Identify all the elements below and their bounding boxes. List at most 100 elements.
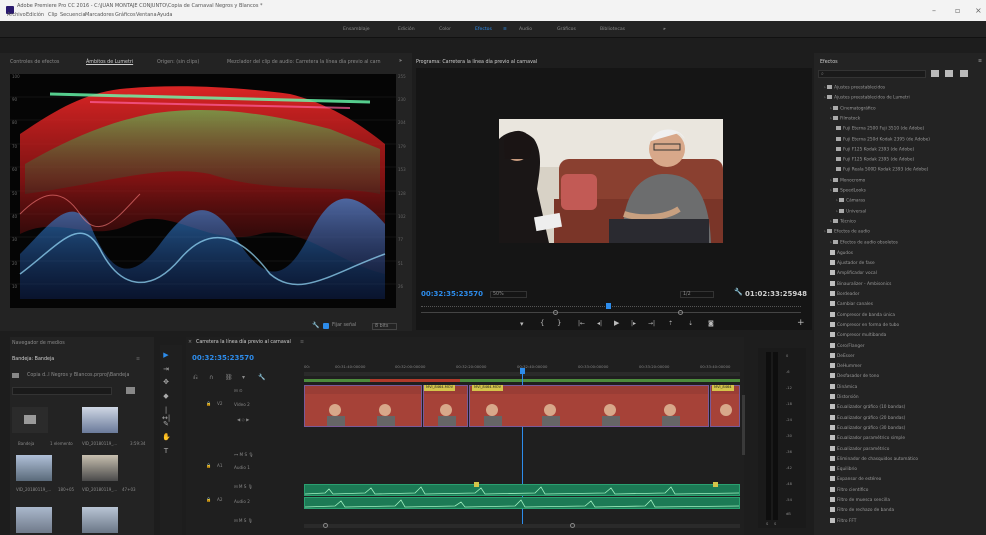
a1-controls-icon[interactable]: ⊶ M S 🎙 (234, 452, 254, 458)
effects-item[interactable]: Filtro científico (830, 486, 868, 493)
bin-menu-icon[interactable]: ≡ (136, 357, 140, 362)
effects-item[interactable]: Fuji Reala 500D Kodak 2393 (de Adobe) (836, 167, 928, 173)
timeline-vertical-scrollbar[interactable] (742, 395, 745, 455)
clip-thumbnail-5[interactable] (82, 507, 118, 533)
effects-item[interactable]: Filtro de rechazo de banda (830, 507, 894, 513)
track-select-icon[interactable]: ⇥ (162, 365, 170, 373)
menu-marcadores[interactable]: Marcadores (85, 12, 114, 18)
v2-keyframe-nav-icon[interactable]: ◀ ◇ ▶ (237, 417, 249, 422)
pen-tool-icon[interactable]: ✎ (162, 420, 170, 428)
step-forward-icon[interactable]: |▸ (631, 320, 636, 327)
effects-item[interactable]: Ajustador de fase (830, 260, 875, 266)
effects-item[interactable]: › Universal (836, 208, 866, 214)
play-icon[interactable]: ▶ (614, 319, 619, 327)
effects-item[interactable]: Ecualizador gráfico (20 bandas) (830, 414, 905, 421)
32bit-effects-icon[interactable] (945, 70, 953, 77)
slip-tool-icon[interactable]: |↔| (162, 406, 170, 422)
timeline-menu-icon[interactable]: ≡ (300, 340, 304, 345)
program-playhead-icon[interactable] (606, 303, 611, 309)
scroll-handle-right-icon[interactable] (570, 523, 575, 528)
effects-item[interactable]: Fuji F125 Kodak 2393 (de Adobe) (836, 146, 914, 152)
tab-mezclador-audio[interactable]: Mezclador del clip de audio: Carretera l… (227, 60, 381, 65)
a1-lock-icon[interactable]: 🔒 (206, 463, 211, 469)
program-zoom-bar[interactable] (421, 312, 801, 313)
mark-out-icon[interactable]: } (557, 319, 561, 327)
accelerated-effects-icon[interactable] (931, 70, 939, 77)
effects-item[interactable]: Dinámica (830, 383, 857, 390)
effects-item[interactable]: Eliminador de chasquidos automático (830, 455, 918, 462)
snap-icon[interactable]: ∩ (209, 374, 213, 381)
go-to-out-icon[interactable]: →| (648, 320, 655, 327)
effects-item[interactable]: DeHummer (830, 363, 862, 369)
selection-tool-icon[interactable]: ▶ (162, 351, 170, 359)
add-marker-icon[interactable]: ▾ (242, 374, 245, 381)
effects-menu-icon[interactable]: ≡ (978, 59, 982, 64)
clip-thumbnail-3[interactable] (82, 455, 118, 481)
effects-item[interactable]: › Filmstock (830, 115, 860, 121)
effects-item[interactable]: › Ajustes preestablecidos de Lumetri (824, 95, 910, 101)
clip-thumbnail-2[interactable] (16, 455, 52, 481)
close-icon[interactable]: × (975, 6, 982, 15)
lift-icon[interactable]: ⇡ (668, 320, 673, 327)
timeline-timecode[interactable]: 00:32:35:23570 (192, 354, 254, 362)
audio-clip-a2-bottom[interactable] (304, 497, 740, 509)
a3-controls-icon[interactable]: ⊟ M S 🎙 (234, 518, 253, 524)
clamp-checkbox[interactable] (323, 323, 329, 329)
tab-controles-efectos[interactable]: Controles de efectos (10, 60, 59, 65)
export-frame-icon[interactable]: ◙ (708, 320, 714, 327)
effects-item[interactable]: › Ajustes preestablecidos (824, 85, 885, 91)
timeline-close-icon[interactable]: × (188, 340, 192, 345)
marker-icon[interactable]: ▾ (520, 320, 524, 328)
timeline-settings-icon[interactable]: 🔧 (258, 374, 265, 381)
effects-item[interactable]: › Efectos de audio (824, 229, 870, 235)
go-to-in-icon[interactable]: |← (578, 320, 585, 327)
workspace-edicion[interactable]: Edición (398, 27, 415, 32)
v2-toggle-output-icon[interactable]: ⊟ ⊙ (234, 388, 242, 393)
video-clip-1[interactable] (304, 385, 422, 427)
effects-item[interactable]: Ecualizador gráfico (30 bandas) (830, 424, 905, 431)
type-tool-icon[interactable]: T (162, 447, 170, 455)
hand-tool-icon[interactable]: ✋ (162, 433, 171, 441)
program-scrub-ruler[interactable] (421, 306, 801, 310)
extract-icon[interactable]: ⇣ (688, 320, 693, 327)
effects-item[interactable]: Cambiar canales (830, 301, 873, 307)
timeline-sequence-tab[interactable]: Carretera la línea día previo al carnava… (196, 340, 291, 345)
effects-item[interactable]: › Técnico (830, 218, 856, 224)
menu-clip[interactable]: Clip (48, 12, 57, 18)
zoom-handle-right-icon[interactable] (678, 310, 683, 315)
linked-selection-icon[interactable]: ⛓ (225, 374, 233, 381)
media-browser-tab[interactable]: Navegador de medios (12, 341, 65, 346)
resolution-select[interactable]: 1/2 (680, 291, 714, 298)
bin-search-input[interactable] (12, 387, 112, 395)
zoom-handle-left-icon[interactable] (553, 310, 558, 315)
yuv-effects-icon[interactable] (960, 70, 968, 77)
maximize-icon[interactable]: ▫ (955, 6, 960, 15)
new-bin-icon[interactable] (126, 387, 135, 394)
step-back-icon[interactable]: ◂| (597, 320, 602, 327)
audio-keyframe-icon[interactable] (474, 482, 479, 487)
zoom-select[interactable]: 50% (490, 291, 527, 298)
effects-item[interactable]: Coro/Flanger (830, 342, 865, 349)
effects-item[interactable]: Desfasador de tono (830, 373, 879, 379)
menu-archivo[interactable]: Archivo (7, 12, 26, 18)
effects-item[interactable]: DeEsser (830, 352, 855, 359)
nest-icon[interactable]: ⎌ (193, 374, 198, 382)
workspace-menu-icon[interactable]: ≡ (503, 27, 507, 32)
audio-keyframe-2-icon[interactable] (713, 482, 718, 487)
effects-item[interactable]: Filtro FFT (830, 517, 856, 524)
workspace-ensamblaje[interactable]: Ensamblaje (343, 27, 370, 32)
workspace-audio[interactable]: Audio (519, 27, 532, 32)
effects-item[interactable]: Expansor de estéreo (830, 476, 881, 482)
minimize-icon[interactable]: – (932, 6, 936, 15)
clip-thumbnail-4[interactable] (16, 507, 52, 533)
effects-item[interactable]: Ecualizador paramétrico (830, 445, 889, 452)
menu-ayuda[interactable]: Ayuda (157, 12, 172, 18)
effects-item[interactable]: › Cámaras (836, 198, 865, 204)
effects-item[interactable]: Fuji F125 Kodak 2395 (de Adobe) (836, 157, 914, 163)
v2-lock-icon[interactable]: 🔒 (206, 401, 211, 407)
a2-controls-icon[interactable]: ⊟ M S 🎙 (234, 484, 253, 490)
menu-edicion[interactable]: Edición (26, 12, 44, 18)
scroll-handle-left-icon[interactable] (323, 523, 328, 528)
video-clip-3[interactable] (469, 385, 709, 427)
effects-item[interactable]: Compresor multibanda (830, 332, 886, 338)
